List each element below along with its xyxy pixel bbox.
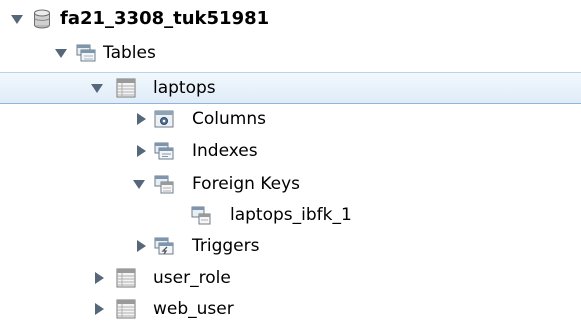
schema-tree: fa21_3308_tuk51981 Tables laptops Column… <box>0 0 581 323</box>
table-label: user_role <box>153 268 231 288</box>
table-label: web_user <box>153 299 234 319</box>
collapse-arrow-icon[interactable] <box>132 177 146 191</box>
tree-row-database[interactable]: fa21_3308_tuk51981 <box>0 4 581 36</box>
tables-label: Tables <box>103 43 156 63</box>
expand-arrow-icon[interactable] <box>134 112 148 126</box>
collapse-arrow-icon[interactable] <box>54 46 68 60</box>
indexes-label: Indexes <box>192 141 258 161</box>
expand-arrow-icon[interactable] <box>134 144 148 158</box>
tree-row-foreign-key[interactable]: laptops_ibfk_1 <box>0 200 581 232</box>
columns-icon <box>153 108 175 130</box>
table-icon <box>115 267 137 289</box>
table-icon <box>115 298 137 320</box>
table-icon <box>115 77 137 99</box>
indexes-icon <box>153 140 175 162</box>
expand-arrow-icon[interactable] <box>134 239 148 253</box>
tree-row-triggers[interactable]: Triggers <box>0 231 581 263</box>
foreign-keys-icon <box>153 173 175 195</box>
tree-row-indexes[interactable]: Indexes <box>0 136 581 168</box>
collapse-arrow-icon[interactable] <box>10 12 24 26</box>
database-label: fa21_3308_tuk51981 <box>60 8 270 29</box>
triggers-icon <box>153 235 175 257</box>
folder-icon <box>75 42 97 64</box>
expand-arrow-icon[interactable] <box>92 271 106 285</box>
tree-row-columns[interactable]: Columns <box>0 104 581 136</box>
expand-arrow-icon[interactable] <box>92 302 106 316</box>
table-label: laptops <box>153 78 216 98</box>
foreign-key-icon <box>190 204 212 226</box>
tree-row-foreign-keys[interactable]: Foreign Keys <box>0 169 581 201</box>
tree-row-tables[interactable]: Tables <box>0 38 581 70</box>
tree-row-user-role[interactable]: user_role <box>0 263 581 295</box>
foreign-keys-label: Foreign Keys <box>192 174 301 194</box>
database-icon <box>31 8 53 30</box>
tree-row-laptops[interactable]: laptops <box>0 72 581 104</box>
foreign-key-label: laptops_ibfk_1 <box>230 205 352 225</box>
triggers-label: Triggers <box>192 236 260 256</box>
columns-label: Columns <box>192 109 266 129</box>
collapse-arrow-icon[interactable] <box>90 81 104 95</box>
tree-row-web-user[interactable]: web_user <box>0 294 581 326</box>
